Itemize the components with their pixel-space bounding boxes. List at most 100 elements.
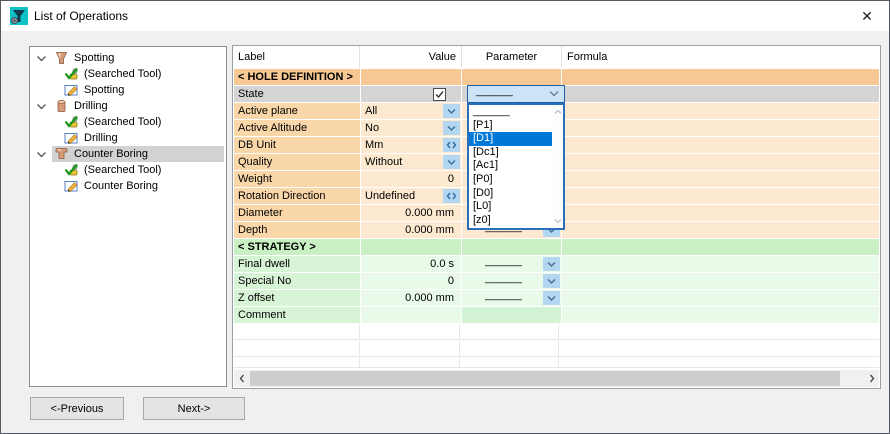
value-text[interactable]: 0.000 mm xyxy=(405,207,461,219)
tree-item-label: Drilling xyxy=(84,132,118,144)
state-checkbox[interactable] xyxy=(433,88,446,101)
parameter-blank[interactable]: ______ xyxy=(485,292,522,298)
chevron-down-icon[interactable] xyxy=(36,52,50,64)
dropdown-button[interactable] xyxy=(443,104,460,118)
value-text[interactable]: 0.0 s xyxy=(430,258,461,270)
row-label: State xyxy=(234,86,360,102)
value-text[interactable]: 0 xyxy=(448,173,461,185)
tree-group-counter-boring[interactable]: Counter Boring xyxy=(30,146,226,162)
tree-item-counter-boring-edit[interactable]: Counter Boring xyxy=(30,178,226,194)
tree-item-label: Drilling xyxy=(74,100,108,112)
edit-sheet-icon xyxy=(64,179,79,193)
value-text[interactable]: 0.000 mm xyxy=(405,292,461,304)
scroll-up-icon[interactable] xyxy=(552,106,563,118)
value-text[interactable]: No xyxy=(361,122,379,134)
value-text[interactable]: 0.000 mm xyxy=(405,224,461,236)
row-label: Active Altitude xyxy=(234,120,360,136)
row-label: Final dwell xyxy=(234,256,360,272)
section-row-strategy: < STRATEGY > xyxy=(234,239,879,255)
drill-cylinder-icon xyxy=(54,99,69,113)
tree-item-searched-tool[interactable]: (Searched Tool) xyxy=(30,66,226,82)
dropdown-item[interactable]: [D0] xyxy=(469,187,552,201)
dropdown-item[interactable]: [L0] xyxy=(469,200,552,214)
header-formula: Formula xyxy=(562,46,880,68)
table-header: Label Value Parameter Formula xyxy=(233,46,880,68)
parameter-dropdown-list: ______ [P1] [D1] [Dc1] [Ac1] [P0] [D0] [… xyxy=(467,103,565,230)
previous-button[interactable]: <-Previous xyxy=(30,397,124,420)
row-label: Quality xyxy=(234,154,360,170)
dropdown-button[interactable] xyxy=(543,274,560,288)
row-label: Depth xyxy=(234,222,360,238)
dropdown-item[interactable]: [z0] xyxy=(469,214,552,228)
chevron-down-icon[interactable] xyxy=(36,148,50,160)
parameter-combobox[interactable]: ______ xyxy=(467,85,565,103)
counterbore-tool-icon xyxy=(54,147,69,161)
section-title: < STRATEGY > xyxy=(234,239,360,255)
horizontal-scrollbar[interactable] xyxy=(234,370,879,387)
table-row-empty xyxy=(234,324,879,340)
tree-group-drilling[interactable]: Drilling xyxy=(30,98,226,114)
dropdown-item[interactable]: [P0] xyxy=(469,173,552,187)
searched-tool-icon xyxy=(64,115,79,129)
tree-item-searched-tool[interactable]: (Searched Tool) xyxy=(30,162,226,178)
row-label: Active plane xyxy=(234,103,360,119)
tree-item-label: Spotting xyxy=(74,52,114,64)
dropdown-button[interactable] xyxy=(543,257,560,271)
combobox-blank-value: ______ xyxy=(468,88,513,94)
value-text[interactable]: 0 xyxy=(448,275,461,287)
tree-group-spotting[interactable]: Spotting xyxy=(30,50,226,66)
spinner-button[interactable] xyxy=(443,138,460,152)
dropdown-item-selected[interactable]: [D1] xyxy=(469,132,552,146)
spotting-tool-icon xyxy=(54,51,69,65)
window-title: List of Operations xyxy=(34,9,128,23)
dropdown-item[interactable]: [Ac1] xyxy=(469,159,552,173)
parameter-blank[interactable]: ______ xyxy=(485,258,522,264)
tree-item-drilling-edit[interactable]: Drilling xyxy=(30,130,226,146)
edit-sheet-icon xyxy=(64,83,79,97)
dropdown-button[interactable] xyxy=(443,155,460,169)
table-row-comment[interactable]: Comment xyxy=(234,307,879,323)
tree-item-searched-tool[interactable]: (Searched Tool) xyxy=(30,114,226,130)
chevron-down-icon[interactable] xyxy=(36,100,50,112)
header-value: Value xyxy=(360,46,462,68)
dropdown-item[interactable]: ______ xyxy=(469,105,552,119)
close-button[interactable]: ✕ xyxy=(857,7,877,25)
dropdown-item[interactable]: [Dc1] xyxy=(469,146,552,160)
table-row-final-dwell[interactable]: Final dwell 0.0 s ______ xyxy=(234,256,879,272)
spinner-button[interactable] xyxy=(443,189,460,203)
dropdown-button[interactable] xyxy=(443,121,460,135)
header-label: Label xyxy=(233,46,360,68)
value-text[interactable]: Mm xyxy=(361,139,383,151)
edit-sheet-icon xyxy=(64,131,79,145)
tree-item-label: (Searched Tool) xyxy=(84,164,161,176)
tree-item-label: Counter Boring xyxy=(84,180,158,192)
next-button[interactable]: Next-> xyxy=(143,397,245,420)
dialog-window: List of Operations ✕ Spotting (Searched … xyxy=(0,0,890,434)
searched-tool-icon xyxy=(64,67,79,81)
dropdown-scrollbar[interactable] xyxy=(552,105,563,228)
scroll-left-icon[interactable] xyxy=(234,370,249,387)
table-row-z-offset[interactable]: Z offset 0.000 mm ______ xyxy=(234,290,879,306)
value-text[interactable]: Without xyxy=(361,156,402,168)
tree-item-spotting-edit[interactable]: Spotting xyxy=(30,82,226,98)
scroll-down-icon[interactable] xyxy=(552,215,563,227)
parameters-table: Label Value Parameter Formula < HOLE DEF… xyxy=(232,45,881,389)
scrollbar-thumb[interactable] xyxy=(250,371,840,386)
value-text[interactable]: Undefined xyxy=(361,190,415,202)
scroll-right-icon[interactable] xyxy=(864,370,879,387)
table-row-special-no[interactable]: Special No 0 ______ xyxy=(234,273,879,289)
section-title: < HOLE DEFINITION > xyxy=(234,69,360,85)
chevron-down-icon[interactable] xyxy=(549,88,559,100)
dropdown-button[interactable] xyxy=(543,291,560,305)
tree-item-label: Spotting xyxy=(84,84,124,96)
value-text[interactable]: All xyxy=(361,105,377,117)
section-row-hole-definition: < HOLE DEFINITION > xyxy=(234,69,879,85)
parameter-blank[interactable]: ______ xyxy=(485,275,522,281)
tree-item-label: Counter Boring xyxy=(74,148,148,160)
dropdown-item[interactable]: [P1] xyxy=(469,119,552,133)
row-label: Z offset xyxy=(234,290,360,306)
tree-item-label: (Searched Tool) xyxy=(84,116,161,128)
row-label: Rotation Direction xyxy=(234,188,360,204)
row-label: Comment xyxy=(234,307,360,323)
header-parameter: Parameter xyxy=(462,46,562,68)
